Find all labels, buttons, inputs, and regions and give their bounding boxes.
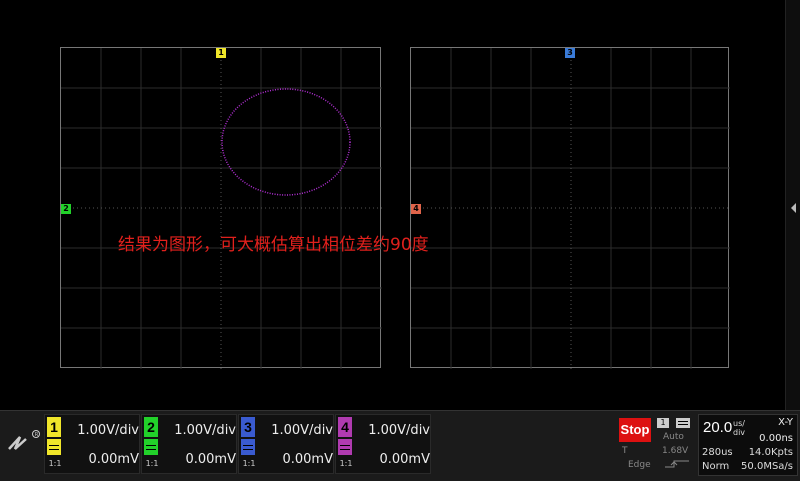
sample-rate: 50.0MSa/s (741, 461, 793, 472)
timebase-unit-top: us/ (733, 419, 745, 428)
svg-text:R: R (35, 432, 39, 438)
grid-lines-right (411, 48, 730, 369)
channel-2-offset[interactable]: 0.00mV (185, 452, 236, 467)
channel-3-panel[interactable]: 3 1:1 1.00V/div 0.00mV (238, 414, 334, 474)
dc-coupling-icon (338, 439, 352, 455)
channel-2-scale[interactable]: 1.00V/div (174, 423, 236, 438)
acquisition-mode[interactable]: Norm (702, 461, 729, 472)
channel-1-scale[interactable]: 1.00V/div (77, 423, 139, 438)
channel-1-probe-ratio: 1:1 (48, 459, 62, 468)
annotation-text: 结果为图形，可大概估算出相位差约90度 (118, 235, 429, 255)
timebase-unit: us/ div (733, 419, 745, 437)
expand-left-icon (791, 203, 796, 213)
channel-1-number: 1 (47, 417, 61, 437)
channel-2-number: 2 (144, 417, 158, 437)
channel-4-number: 4 (338, 417, 352, 437)
trigger-mode[interactable]: Auto (663, 432, 684, 442)
waveform-screen: 1 2 3 4 结果为图形，可大概估算出相位差约90度 (0, 0, 800, 410)
grid-lines (61, 48, 382, 369)
trigger-edge-label[interactable]: Edge (628, 460, 651, 470)
horizontal-delay[interactable]: 0.00ns (759, 433, 793, 444)
rising-edge-icon (665, 460, 689, 468)
timebase-panel[interactable]: 20.0 us/ div X-Y 0.00ns 280us 14.0Kpts N… (698, 414, 798, 476)
display-mode[interactable]: X-Y (778, 417, 793, 428)
channel-4-offset[interactable]: 0.00mV (379, 452, 430, 467)
ch3-position-marker[interactable]: 3 (565, 48, 575, 58)
secondary-display-grid (410, 47, 730, 369)
channel-3-number: 3 (241, 417, 255, 437)
channel-2-probe-ratio: 1:1 (145, 459, 159, 468)
channel-1-offset[interactable]: 0.00mV (88, 452, 139, 467)
xy-trace-circle (221, 88, 351, 196)
trigger-coupling-icon (676, 418, 690, 428)
channel-1-panel[interactable]: 1 1:1 1.00V/div 0.00mV (44, 414, 140, 474)
ch1-position-marker[interactable]: 1 (216, 48, 226, 58)
ch4-position-marker[interactable]: 4 (411, 204, 421, 214)
channel-3-probe-ratio: 1:1 (242, 459, 256, 468)
side-menu-handle[interactable] (785, 0, 800, 410)
trigger-level[interactable]: 1.68V (662, 446, 688, 456)
channel-4-scale[interactable]: 1.00V/div (368, 423, 430, 438)
memory-depth: 14.0Kpts (748, 447, 793, 458)
xy-display-grid (60, 47, 382, 369)
memory-time: 280us (702, 447, 733, 458)
trigger-type-label: T (622, 446, 628, 456)
channel-2-panel[interactable]: 2 1:1 1.00V/div 0.00mV (141, 414, 237, 474)
dc-coupling-icon (241, 439, 255, 455)
channel-4-probe-ratio: 1:1 (339, 459, 353, 468)
timebase-unit-bottom: div (733, 428, 746, 437)
run-stop-button[interactable]: Stop (619, 418, 651, 442)
channel-4-panel[interactable]: 4 1:1 1.00V/div 0.00mV (335, 414, 431, 474)
trigger-source-badge[interactable]: 1 (657, 418, 669, 428)
ch2-position-marker[interactable]: 2 (61, 204, 71, 214)
channel-3-scale[interactable]: 1.00V/div (271, 423, 333, 438)
brand-logo-icon: R (8, 430, 40, 450)
dc-coupling-icon (47, 439, 61, 455)
channel-3-offset[interactable]: 0.00mV (282, 452, 333, 467)
timebase-value[interactable]: 20.0 (703, 419, 732, 436)
dc-coupling-icon (144, 439, 158, 455)
